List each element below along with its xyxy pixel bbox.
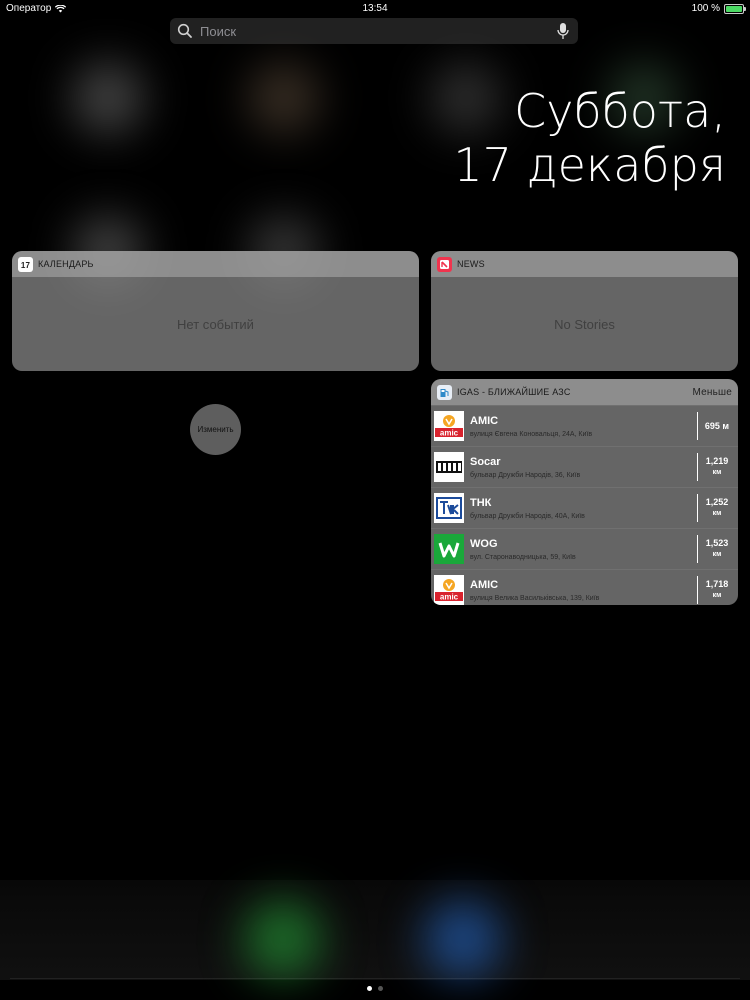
- calendar-widget-header[interactable]: 17 КАЛЕНДАРЬ: [12, 251, 419, 277]
- news-empty-text: No Stories: [554, 316, 615, 332]
- station-distance: 695 м: [697, 412, 736, 440]
- station-address: вулиця Євгена Коновальця, 24А, Київ: [470, 430, 593, 438]
- station-name: AMIC: [470, 414, 499, 427]
- station-row[interactable]: Socar бульвар Дружби Народів, 36, Київ 1,2…: [431, 446, 738, 487]
- distance-value: 1,523: [705, 538, 729, 548]
- calendar-widget-title: КАЛЕНДАРЬ: [38, 259, 94, 269]
- station-address: вул. Старонаводницька, 59, Київ: [470, 553, 576, 561]
- news-widget[interactable]: NEWS No Stories: [431, 251, 738, 371]
- station-distance: 1,219 км: [697, 453, 736, 481]
- news-widget-header[interactable]: NEWS: [431, 251, 738, 277]
- news-icon: [437, 256, 452, 272]
- status-time: 13:54: [362, 3, 388, 14]
- distance-unit: км: [712, 551, 722, 558]
- blurred-dock-icon: [424, 900, 502, 978]
- station-row[interactable]: WOG вул. Старонаводницька, 59, Київ 1,523 к…: [431, 528, 738, 569]
- date-label: 17 декабря: [453, 138, 726, 192]
- status-bar: Оператор 13:54 100 %: [0, 0, 750, 16]
- weekday-label: Суббота,: [514, 84, 726, 138]
- distance-value: 695 м: [704, 421, 730, 431]
- tnk-logo-icon: [434, 493, 464, 523]
- station-name: ТНК: [470, 496, 492, 509]
- calendar-icon: 17: [18, 256, 33, 272]
- igas-widget-title: IGAS - БЛИЖАЙШИЕ АЗС: [457, 387, 571, 397]
- page-indicator[interactable]: [0, 986, 750, 991]
- page-dot[interactable]: [367, 986, 372, 991]
- calendar-widget[interactable]: 17 КАЛЕНДАРЬ Нет событий: [12, 251, 419, 371]
- socar-logo-icon: [434, 452, 464, 482]
- distance-unit: км: [712, 469, 722, 476]
- wog-logo-icon: [434, 534, 464, 564]
- calendar-empty-text: Нет событий: [177, 316, 254, 332]
- fuel-pump-icon: [440, 388, 449, 397]
- igas-widget[interactable]: IGAS - БЛИЖАЙШИЕ АЗС Меньше amic AMIC вули…: [431, 379, 738, 605]
- station-info: ТНК бульвар Дружби Народів, 40А, Київ: [470, 497, 697, 520]
- distance-value: 1,252: [705, 497, 729, 507]
- svg-text:amic: amic: [440, 593, 459, 602]
- station-address: бульвар Дружби Народів, 40А, Київ: [470, 512, 585, 520]
- calendar-icon-day: 17: [20, 260, 31, 270]
- igas-widget-header[interactable]: IGAS - БЛИЖАЙШИЕ АЗС Меньше: [431, 379, 738, 405]
- station-row[interactable]: ТНК бульвар Дружби Народів, 40А, Київ 1,25…: [431, 487, 738, 528]
- news-widget-title: NEWS: [457, 259, 485, 269]
- search-input[interactable]: [198, 22, 556, 40]
- distance-value: 1,219: [705, 456, 729, 466]
- edit-widgets-button[interactable]: Изменить: [190, 404, 241, 455]
- station-address: бульвар Дружби Народів, 36, Київ: [470, 471, 581, 479]
- blurred-dock-icon: [244, 900, 322, 978]
- station-distance: 1,718 км: [697, 576, 736, 604]
- station-distance: 1,523 км: [697, 535, 736, 563]
- station-info: AMIC вулиця Євгена Коновальця, 24А, Київ: [470, 415, 697, 438]
- dock-divider: [10, 978, 740, 979]
- svg-text:amic: amic: [440, 429, 459, 438]
- blurred-app-icon: [248, 62, 320, 134]
- amic-logo-icon: amic: [434, 575, 464, 605]
- station-info: AMIC вулиця Велика Васильківська, 139, Ки…: [470, 579, 697, 602]
- battery-icon: [724, 3, 746, 14]
- station-row[interactable]: amic AMIC вулиця Велика Васильківська, 139…: [431, 569, 738, 605]
- distance-value: 1,718: [705, 579, 729, 589]
- station-list: amic AMIC вулиця Євгена Коновальця, 24А, К…: [431, 405, 738, 605]
- amic-logo-icon: amic: [434, 411, 464, 441]
- station-row[interactable]: amic AMIC вулиця Євгена Коновальця, 24А, К…: [431, 405, 738, 446]
- station-distance: 1,252 км: [697, 494, 736, 522]
- station-info: Socar бульвар Дружби Народів, 36, Київ: [470, 456, 697, 479]
- distance-unit: км: [712, 592, 722, 599]
- station-info: WOG вул. Старонаводницька, 59, Київ: [470, 538, 697, 561]
- date-display: Суббота, 17 декабря: [453, 84, 726, 192]
- station-name: AMIC: [470, 578, 499, 591]
- battery-percent: 100 %: [691, 3, 720, 14]
- microphone-icon[interactable]: [556, 22, 570, 40]
- dock: [0, 880, 750, 980]
- search-icon: [177, 23, 192, 38]
- station-address: вулиця Велика Васильківська, 139, Київ: [470, 594, 600, 602]
- igas-app-icon: [437, 384, 452, 400]
- station-name: WOG: [470, 537, 498, 550]
- page-dot[interactable]: [378, 986, 383, 991]
- station-name: Socar: [470, 455, 501, 468]
- blurred-app-icon: [72, 62, 144, 134]
- distance-unit: км: [712, 510, 722, 517]
- news-glyph-icon: [440, 259, 449, 269]
- search-bar[interactable]: [170, 18, 578, 44]
- show-less-button[interactable]: Меньше: [692, 387, 732, 398]
